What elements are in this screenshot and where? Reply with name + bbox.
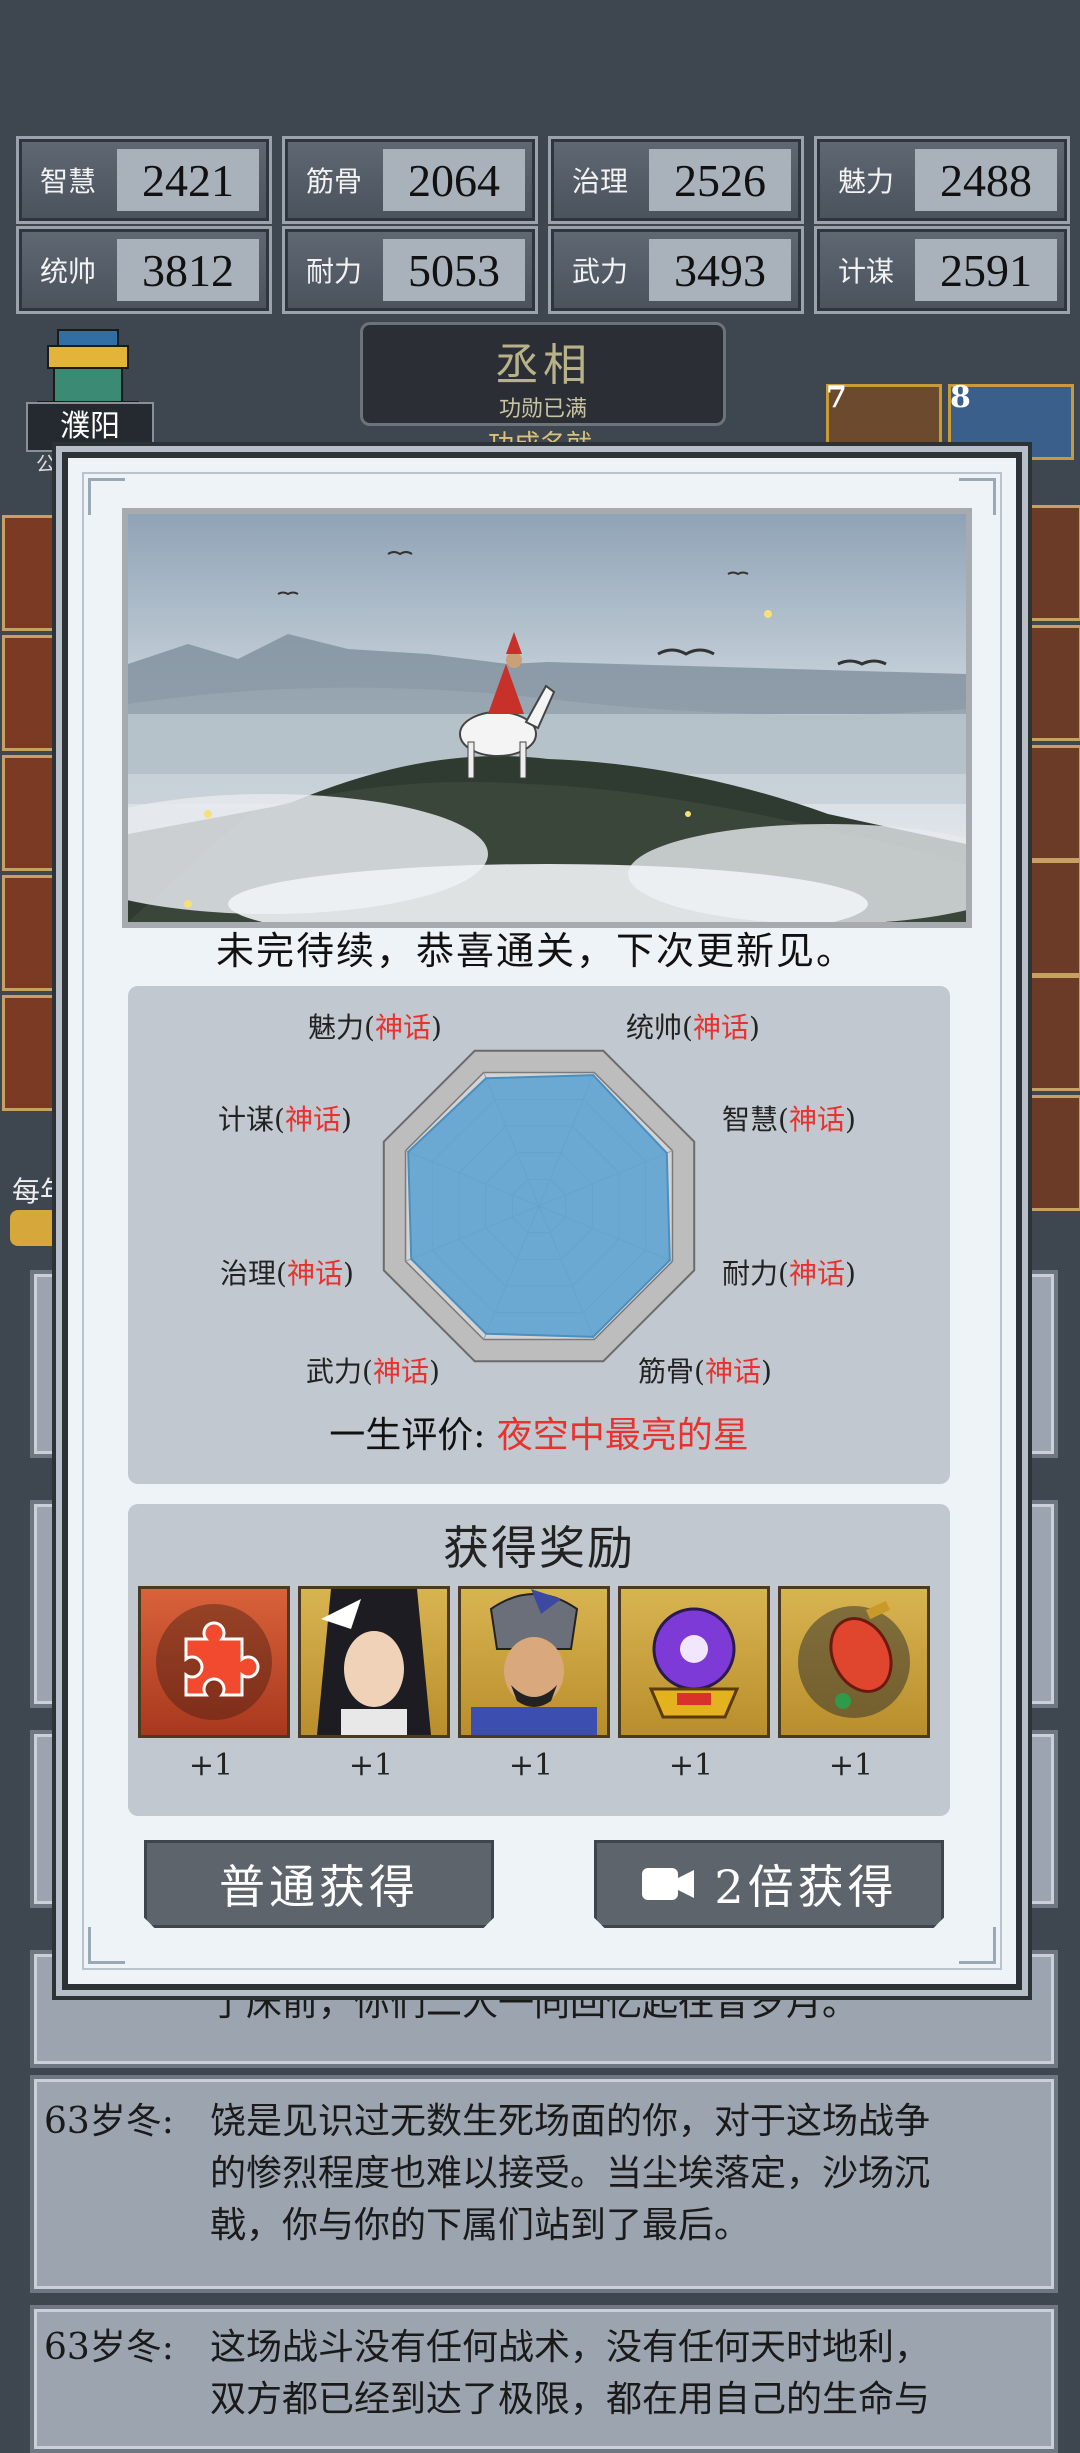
side-portrait[interactable] (1016, 625, 1080, 741)
side-portrait[interactable] (2, 875, 64, 991)
rank-subtitle: 功勋已满 (498, 397, 587, 422)
stat-label: 魅力 (837, 165, 894, 198)
stat-martial: 武力 3493 (548, 226, 804, 314)
log-line: 这场战斗没有任何战术，没有任何天时地利， (210, 2327, 931, 2368)
side-portrait[interactable] (2, 515, 64, 631)
gold-ingot-icon (10, 1210, 60, 1246)
stat-label: 智慧 (39, 165, 96, 198)
stat-value: 2591 (915, 239, 1057, 301)
puzzle-icon (156, 1604, 272, 1720)
side-portrait[interactable] (1016, 1095, 1080, 1211)
stat-value: 3493 (649, 239, 791, 301)
rewards-title: 获得奖励 (443, 1521, 635, 1575)
radar-label-strategy: 计谋(神话) (218, 1103, 352, 1136)
reward-count: +1 (828, 1748, 874, 1783)
log-line: 的惨烈程度也难以接受。当尘埃落定，沙场沉 (210, 2153, 931, 2194)
stat-value: 2526 (649, 149, 791, 211)
yearly-label: 每年 (12, 1175, 69, 1208)
stat-wisdom: 智慧 2421 (16, 136, 272, 224)
stat-value: 3812 (117, 239, 259, 301)
side-portrait[interactable] (1016, 860, 1080, 976)
portrait-badge: 7 (826, 380, 847, 415)
stat-command: 统帅 3812 (16, 226, 272, 314)
stat-value: 5053 (383, 239, 525, 301)
stat-value: 2488 (915, 149, 1057, 211)
stat-label: 武力 (571, 255, 628, 288)
stat-charm: 魅力 2488 (814, 136, 1070, 224)
radar-label-physique: 筋骨(神话) (638, 1355, 772, 1388)
stat-value: 2421 (117, 149, 259, 211)
double-claim-button[interactable]: 2倍获得 (594, 1840, 944, 1928)
reward-hero-portrait-female[interactable] (298, 1586, 450, 1738)
side-portrait[interactable] (2, 755, 64, 871)
video-camera-icon (642, 1868, 695, 1900)
portrait-badge: 8 (950, 380, 971, 415)
reward-count: +1 (668, 1748, 714, 1783)
red-lantern-icon (798, 1600, 910, 1718)
radar-label-martial: 武力(神话) (306, 1355, 440, 1388)
log-age: 63岁冬: (44, 2101, 174, 2142)
normal-claim-label: 普通获得 (219, 1860, 419, 1914)
double-claim-label: 2倍获得 (714, 1860, 898, 1914)
side-portrait[interactable] (1016, 745, 1080, 861)
city-name: 濮阳 (26, 402, 154, 452)
stat-endurance: 耐力 5053 (282, 226, 538, 314)
stat-label: 统帅 (39, 255, 96, 288)
stat-physique: 筋骨 2064 (282, 136, 538, 224)
stat-label: 筋骨 (305, 165, 362, 198)
crystal-orb-icon (648, 1607, 740, 1719)
radar-label-command: 统帅(神话) (626, 1011, 760, 1044)
rank-title: 丞相 (495, 340, 591, 391)
stat-label: 计谋 (837, 255, 894, 288)
radar-label-governance: 治理(神话) (220, 1257, 354, 1290)
female-hero-portrait (317, 1589, 431, 1735)
frame-corner-ornament (88, 1927, 125, 1964)
normal-claim-button[interactable]: 普通获得 (144, 1840, 494, 1928)
reward-crystal-orb[interactable] (618, 1586, 770, 1738)
general-portrait (471, 1589, 597, 1735)
stat-value: 2064 (383, 149, 525, 211)
side-portrait[interactable] (1016, 505, 1080, 621)
side-portrait[interactable] (1016, 975, 1080, 1091)
rewards-panel: 获得奖励 +1 +1 +1 +1 +1 (128, 1504, 950, 1816)
frame-corner-ornament (88, 478, 125, 515)
log-age: 63岁冬: (44, 2327, 174, 2368)
reward-count: +1 (348, 1748, 394, 1783)
frame-corner-ornament (959, 1927, 996, 1964)
life-evaluation-value: 夜空中最亮的星 (496, 1415, 749, 1456)
side-portrait[interactable] (2, 635, 64, 751)
reward-count: +1 (508, 1748, 554, 1783)
log-line: 戟，你与你的下属们站到了最后。 (210, 2205, 751, 2246)
stat-governance: 治理 2526 (548, 136, 804, 224)
stat-label: 耐力 (305, 255, 362, 288)
radar-label-endurance: 耐力(神话) (722, 1257, 856, 1290)
city-badge[interactable]: 濮阳 公 (18, 320, 158, 476)
reward-count: +1 (188, 1748, 234, 1783)
radar-chart (382, 1049, 696, 1363)
completion-message: 未完待续，恭喜通关，下次更新见。 (215, 929, 856, 973)
radar-label-charm: 魅力(神话) (308, 1011, 442, 1044)
side-portrait[interactable] (2, 995, 64, 1111)
log-line: 饶是见识过无数生死场面的你，对于这场战争 (210, 2101, 931, 2142)
reward-puzzle-icon[interactable] (138, 1586, 290, 1738)
life-evaluation: 一生评价: 夜空中最亮的星 (329, 1415, 749, 1456)
stat-strategy: 计谋 2591 (814, 226, 1070, 314)
rank-banner: 丞相 功勋已满 (360, 322, 726, 426)
ending-illustration (122, 508, 972, 928)
radar-label-wisdom: 智慧(神话) (722, 1103, 856, 1136)
reward-hero-portrait-general[interactable] (458, 1586, 610, 1738)
attribute-radar-panel: 魅力(神话) 统帅(神话) 计谋(神话) 智慧(神话) 治理(神话) 耐力(神话… (128, 986, 950, 1484)
stat-label: 治理 (571, 165, 628, 198)
reward-lantern[interactable] (778, 1586, 930, 1738)
log-line: 双方都已经到达了极限，都在用自己的生命与 (210, 2379, 931, 2420)
